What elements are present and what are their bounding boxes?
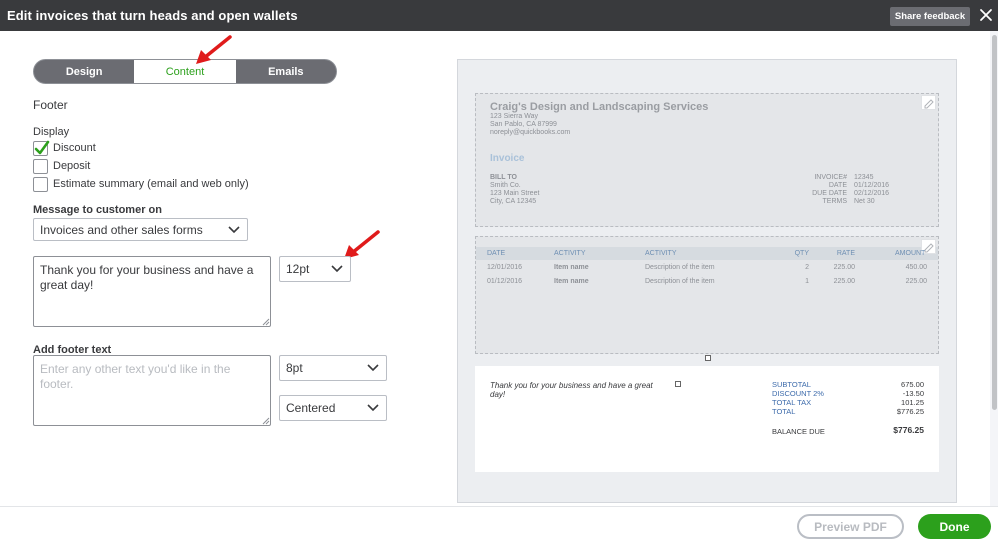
message-textarea[interactable]: Thank you for your business and have a g… bbox=[33, 256, 271, 327]
tab-design[interactable]: Design bbox=[34, 60, 134, 83]
chevron-down-icon bbox=[367, 364, 379, 372]
balance-due-label: BALANCE DUE bbox=[772, 427, 825, 436]
preview-header-section[interactable] bbox=[475, 93, 939, 227]
totals-value: 675.00 bbox=[901, 380, 924, 389]
table-cell: 12/01/2016 bbox=[487, 264, 523, 271]
meta-label: DATE bbox=[828, 182, 847, 189]
totals-label: TOTAL bbox=[772, 407, 796, 416]
table-cell: Description of the item bbox=[645, 278, 715, 285]
table-cell: Item name bbox=[554, 278, 589, 285]
table-cell: 225.00 bbox=[905, 278, 927, 285]
preview-pdf-button[interactable]: Preview PDF bbox=[797, 514, 904, 539]
estimate-summary-checkbox[interactable] bbox=[33, 176, 48, 192]
resize-grip-icon[interactable] bbox=[262, 318, 270, 326]
chevron-down-icon bbox=[367, 404, 379, 412]
footer-alignment-value: Centered bbox=[286, 401, 336, 415]
table-header-cell: ACTIVITY bbox=[554, 250, 586, 257]
close-icon[interactable] bbox=[978, 7, 994, 23]
estimate-summary-label: Estimate summary (email and web only) bbox=[53, 178, 249, 190]
meta-value: 01/12/2016 bbox=[854, 182, 890, 189]
company-address1: 123 Sierra Way bbox=[490, 113, 538, 120]
edit-header-pencil-icon[interactable] bbox=[921, 95, 936, 110]
meta-label: TERMS bbox=[822, 198, 848, 205]
meta-label: DUE DATE bbox=[812, 190, 847, 197]
bill-to-address2: City, CA 12345 bbox=[490, 198, 537, 205]
meta-value: 12345 bbox=[854, 174, 874, 181]
totals-label: TOTAL TAX bbox=[772, 398, 812, 407]
message-font-size-value: 12pt bbox=[286, 262, 310, 276]
meta-value: 02/12/2016 bbox=[854, 190, 890, 197]
bill-to-label: BILL TO bbox=[490, 174, 517, 181]
message-to-customer-label: Message to customer on bbox=[33, 204, 162, 216]
footer-message-preview[interactable]: Thank you for your business and have a g… bbox=[490, 381, 655, 399]
table-cell: 225.00 bbox=[833, 264, 855, 271]
table-cell: 450.00 bbox=[905, 264, 927, 271]
table-header-cell: RATE bbox=[836, 250, 855, 257]
chevron-down-icon bbox=[331, 265, 343, 273]
footer-font-size-value: 8pt bbox=[286, 361, 303, 375]
resize-grip-icon[interactable] bbox=[262, 417, 270, 425]
estimate-summary-checkbox-row[interactable]: Estimate summary (email and web only) bbox=[33, 176, 249, 192]
company-address2: San Pablo, CA 87999 bbox=[490, 121, 557, 128]
invoice-title: Invoice bbox=[490, 153, 525, 164]
table-cell: 225.00 bbox=[833, 278, 855, 285]
table-cell: Item name bbox=[554, 264, 589, 271]
resize-handle[interactable] bbox=[675, 381, 681, 387]
discount-checkbox-row[interactable]: Discount bbox=[33, 140, 96, 156]
table-cell: Description of the item bbox=[645, 264, 715, 271]
discount-label: Discount bbox=[53, 142, 96, 154]
bill-to-address1: 123 Main Street bbox=[490, 190, 540, 197]
company-name: Craig's Design and Landscaping Services bbox=[490, 101, 709, 113]
tab-emails[interactable]: Emails bbox=[236, 60, 336, 83]
totals-label: SUBTOTAL bbox=[772, 380, 811, 389]
scrollbar-thumb[interactable] bbox=[992, 35, 997, 410]
table-cell: 1 bbox=[805, 278, 809, 285]
discount-checkbox[interactable] bbox=[33, 140, 50, 156]
message-font-size-select[interactable]: 12pt bbox=[279, 256, 351, 282]
footer-font-size-select[interactable]: 8pt bbox=[279, 355, 387, 381]
footer-alignment-select[interactable]: Centered bbox=[279, 395, 387, 421]
done-button[interactable]: Done bbox=[918, 514, 991, 539]
title-bar: Edit invoices that turn heads and open w… bbox=[0, 0, 998, 31]
section-title: Footer bbox=[33, 98, 68, 112]
table-header-cell: QTY bbox=[794, 250, 809, 257]
message-form-value: Invoices and other sales forms bbox=[40, 222, 203, 237]
table-header-cell: ACTIVITY bbox=[645, 250, 677, 257]
resize-handle[interactable] bbox=[705, 355, 711, 361]
totals-value: $776.25 bbox=[896, 407, 924, 416]
bill-to-name: Smith Co. bbox=[490, 182, 521, 189]
balance-due-value: $776.25 bbox=[893, 425, 924, 435]
company-email: noreply@quickbooks.com bbox=[490, 129, 571, 136]
display-label: Display bbox=[33, 126, 70, 138]
footer-text-textarea[interactable]: Enter any other text you'd like in the f… bbox=[33, 355, 271, 426]
deposit-label: Deposit bbox=[53, 160, 91, 172]
meta-value: Net 30 bbox=[854, 198, 875, 205]
totals-label: DISCOUNT 2% bbox=[772, 389, 824, 398]
table-header-cell: DATE bbox=[487, 250, 506, 257]
tab-group: Design Content Emails bbox=[33, 59, 337, 84]
totals-value: 101.25 bbox=[901, 398, 924, 407]
annotation-arrow-icon bbox=[196, 35, 232, 64]
message-form-select[interactable]: Invoices and other sales forms bbox=[33, 218, 248, 241]
meta-label: INVOICE# bbox=[814, 174, 847, 181]
table-cell: 2 bbox=[805, 264, 809, 271]
totals-value: -13.50 bbox=[902, 389, 924, 398]
chevron-down-icon bbox=[228, 225, 240, 233]
deposit-checkbox-row[interactable]: Deposit bbox=[33, 158, 90, 174]
table-header-row bbox=[476, 247, 938, 260]
deposit-checkbox[interactable] bbox=[33, 158, 48, 174]
share-feedback-button[interactable]: Share feedback bbox=[890, 7, 970, 26]
dialog-title: Edit invoices that turn heads and open w… bbox=[7, 8, 298, 23]
table-header-cell: AMOUNT bbox=[895, 250, 926, 257]
table-cell: 01/12/2016 bbox=[487, 278, 523, 285]
checkmark-icon bbox=[34, 140, 50, 154]
